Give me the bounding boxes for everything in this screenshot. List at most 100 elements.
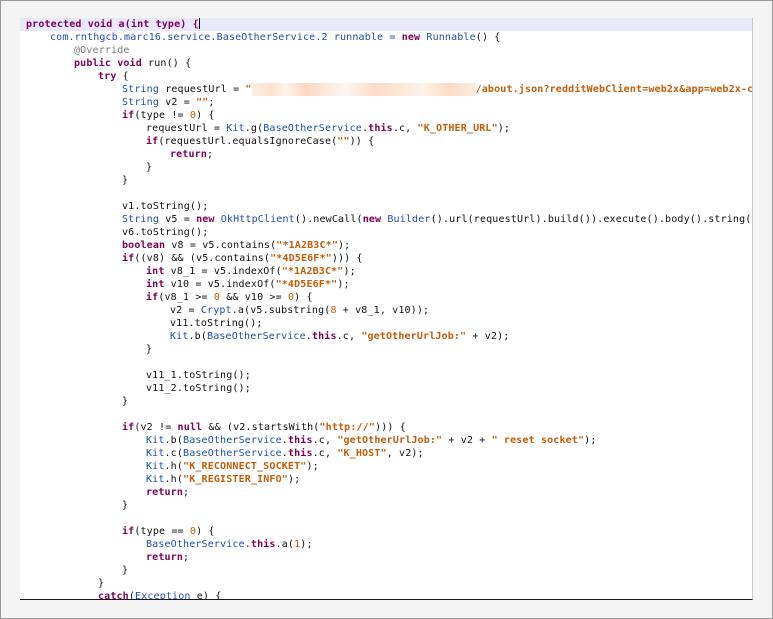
method-signature: protected void a(int type) { bbox=[26, 19, 199, 30]
code-line: if(v2 != null && (v2.startsWith("http://… bbox=[20, 421, 752, 434]
code-token: .c, bbox=[392, 123, 418, 134]
code-token: .a(v5.substring( bbox=[231, 305, 331, 316]
code-line: boolean v8 = v5.contains("*1A2B3C*"); bbox=[20, 239, 752, 252]
code-token: catch bbox=[98, 591, 129, 600]
code-line: @Override bbox=[20, 44, 752, 57]
code-token: + v2); bbox=[466, 331, 510, 342]
code-token: this bbox=[368, 123, 393, 134]
code-token: (type == bbox=[134, 526, 190, 537]
code-line: v1.toString(); bbox=[20, 200, 752, 213]
code-token: } bbox=[122, 500, 129, 511]
code-token: "getOtherUrlJob:" bbox=[361, 331, 467, 342]
code-token: boolean bbox=[122, 240, 166, 251]
code-token: "K_OTHER_URL" bbox=[417, 123, 498, 134]
code-token: String bbox=[122, 97, 160, 108]
code-token: null bbox=[177, 422, 203, 433]
code-token: v8_1 = v5.indexOf( bbox=[164, 266, 282, 277]
code-editor[interactable]: protected void a(int type) { com.rnthgcb… bbox=[20, 18, 753, 600]
code-token: e) { bbox=[190, 591, 222, 600]
code-token: } bbox=[122, 565, 129, 576]
code-line: Kit.b(BaseOtherService.this.c, "getOther… bbox=[20, 330, 752, 343]
code-line: } bbox=[20, 564, 752, 577]
code-token: Kit bbox=[170, 331, 189, 342]
code-token: v5 = bbox=[159, 214, 197, 225]
code-line: } bbox=[20, 343, 752, 356]
code-token: ) { bbox=[196, 110, 215, 121]
code-token: int bbox=[146, 279, 165, 290]
code-line: v6.toString(); bbox=[20, 226, 752, 239]
code-token: this bbox=[311, 331, 337, 342]
code-token: + v8_1, v10)); bbox=[336, 305, 430, 316]
code-token: .c, bbox=[312, 448, 338, 459]
code-line: Kit.h("K_RECONNECT_SOCKET"); bbox=[20, 460, 752, 473]
code-view: protected void a(int type) { com.rnthgcb… bbox=[20, 18, 752, 600]
code-token: OkHttpClient bbox=[220, 214, 295, 225]
code-token: && (v2.startsWith( bbox=[202, 422, 320, 433]
code-token: ); bbox=[306, 461, 319, 472]
code-token: .h( bbox=[164, 461, 184, 472]
code-token: ; bbox=[183, 552, 190, 563]
code-token: "*4D5E6F*" bbox=[275, 279, 338, 290]
code-token: "K_HOST" bbox=[337, 448, 387, 459]
code-token: Exception bbox=[135, 591, 191, 600]
code-token: this bbox=[287, 435, 313, 446]
code-line: requestUrl = Kit.g(BaseOtherService.this… bbox=[20, 122, 752, 135]
code-token: + v2 + bbox=[442, 435, 492, 446]
code-token: Crypt bbox=[200, 305, 232, 316]
code-token: v2 = bbox=[159, 97, 197, 108]
code-token: "*1A2B3C*" bbox=[281, 266, 344, 277]
code-token: } bbox=[98, 578, 105, 589]
text-cursor bbox=[198, 18, 200, 29]
code-token: ().newCall( bbox=[294, 214, 363, 225]
code-token: .a( bbox=[275, 539, 295, 550]
code-line: Kit.b(BaseOtherService.this.c, "getOther… bbox=[20, 434, 752, 447]
code-token: BaseOtherService bbox=[263, 123, 362, 134]
screenshot-frame: protected void a(int type) { com.rnthgcb… bbox=[0, 0, 773, 619]
code-line: v11.toString(); bbox=[20, 317, 752, 330]
code-token: v6.toString(); bbox=[122, 227, 209, 238]
code-line: } bbox=[20, 499, 752, 512]
code-token: BaseOtherService bbox=[183, 435, 282, 446]
code-line: } bbox=[20, 161, 752, 174]
code-token: if bbox=[146, 136, 159, 147]
code-line: } bbox=[20, 174, 752, 187]
code-line: com.rnthgcb.marc16.service.BaseOtherServ… bbox=[20, 31, 752, 44]
code-token: ; bbox=[207, 149, 214, 160]
code-line: v2 = Crypt.a(v5.substring(8 + v8_1, v10)… bbox=[20, 304, 752, 317]
code-token: return bbox=[146, 487, 184, 498]
code-token: if bbox=[122, 422, 135, 433]
code-line: } bbox=[20, 395, 752, 408]
code-token: if bbox=[122, 110, 135, 121]
code-token: ))) { bbox=[331, 253, 363, 264]
code-token: ))) { bbox=[375, 422, 406, 433]
code-token: ; bbox=[183, 487, 190, 498]
code-token: return bbox=[170, 149, 208, 160]
code-line: String v2 = ""; bbox=[20, 96, 752, 109]
code-token: new bbox=[362, 214, 382, 225]
code-token: () { bbox=[475, 32, 501, 43]
code-token: Kit bbox=[226, 123, 245, 134]
code-line: if(requestUrl.equalsIgnoreCase("")) { bbox=[20, 135, 752, 148]
code-token: } bbox=[146, 344, 153, 355]
code-token: Kit bbox=[146, 474, 165, 485]
code-token: v8 = v5.contains( bbox=[165, 240, 277, 251]
code-token: String bbox=[122, 84, 160, 95]
code-token: if bbox=[122, 253, 135, 264]
code-token: ); bbox=[287, 474, 301, 485]
code-token: int bbox=[146, 266, 165, 277]
code-token: /about.json?redditWebClient=web2x&app=we… bbox=[475, 84, 753, 95]
code-token: && v10 >= bbox=[220, 292, 288, 303]
code-token: ; bbox=[208, 97, 215, 108]
code-token: .b( bbox=[164, 435, 184, 446]
code-token: "" bbox=[337, 136, 350, 147]
code-token: } bbox=[122, 175, 129, 186]
code-token: String bbox=[122, 214, 160, 225]
code-token: } bbox=[122, 396, 129, 407]
code-line: Kit.c(BaseOtherService.this.c, "K_HOST",… bbox=[20, 447, 752, 460]
code-token: public void bbox=[74, 58, 142, 69]
code-line: String requestUrl = "/about.json?redditW… bbox=[20, 83, 752, 96]
code-token: ); bbox=[338, 240, 351, 251]
